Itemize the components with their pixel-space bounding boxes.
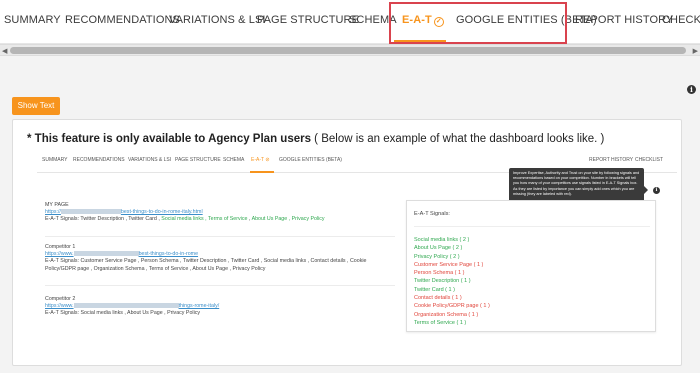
- signal-item: About Us Page ( 2 ): [414, 245, 463, 252]
- signals-prefix: E-A-T Signals: Twitter Description , Twi…: [45, 216, 162, 223]
- signals-list: Social media links ( 2 ) About Us Page ( …: [414, 236, 490, 327]
- signal-item: Terms of Service ( 1 ): [414, 319, 467, 326]
- url-prefix: https://: [45, 209, 61, 216]
- site-divider: [45, 236, 395, 237]
- signal-item: Twitter Card ( 1 ): [414, 286, 455, 293]
- url-suffix: best-things-to-do-in-rome-italy.html: [120, 209, 203, 216]
- top-nav: SUMMARY RECOMMENDATIONS VARIATIONS & LSI…: [0, 0, 700, 44]
- mock-tab-checklist: CHECKLIST: [635, 157, 664, 163]
- url-prefix: https://www.: [45, 303, 74, 310]
- mock-info-icon: i: [653, 187, 660, 194]
- notice-strong: * This feature is only available to Agen…: [27, 133, 311, 145]
- signals-present-2: About Us Page , Privacy Policy: [251, 216, 325, 223]
- highlight-annotation-box: [389, 2, 567, 44]
- agency-plan-notice: * This feature is only available to Agen…: [27, 133, 604, 145]
- signal-item: Customer Service Page ( 1 ): [414, 261, 484, 268]
- scroll-right-icon[interactable]: ▶: [693, 47, 698, 55]
- site-signals: E-A-T Signals: Social media links , Abou…: [45, 310, 201, 317]
- signal-item: Contact details ( 1 ): [414, 295, 462, 302]
- url-suffix: things-rome-italy/: [178, 303, 220, 310]
- signal-item: Twitter Description ( 1 ): [414, 278, 471, 285]
- site-name: MY PAGE: [45, 202, 69, 208]
- mock-tab-schema: SCHEMA: [223, 157, 245, 163]
- tab-recommendations[interactable]: RECOMMENDATIONS: [65, 14, 180, 26]
- scroll-left-icon[interactable]: ◀: [2, 47, 7, 55]
- mock-tab-recommendations: RECOMMENDATIONS: [73, 157, 125, 163]
- site-signals: E-A-T Signals: Customer Service Page , P…: [45, 258, 367, 272]
- tab-report-history[interactable]: REPORT HISTORY: [575, 14, 673, 26]
- tab-checklist[interactable]: CHECKLI: [662, 14, 700, 26]
- signal-item: Privacy Policy ( 2 ): [414, 253, 460, 260]
- tab-summary[interactable]: SUMMARY: [4, 14, 61, 26]
- show-text-button[interactable]: Show Text: [12, 97, 60, 115]
- site-signals: E-A-T Signals: Twitter Description , Twi…: [45, 216, 390, 223]
- signals-title: E-A-T Signals:: [414, 211, 450, 217]
- url-prefix: https://www.: [45, 251, 74, 258]
- tab-page-structure[interactable]: PAGE STRUCTURE: [257, 14, 359, 26]
- site-my-page: MY PAGE https:// best-things-to-do-in-rom…: [45, 202, 390, 224]
- mock-tab-summary: SUMMARY: [42, 157, 68, 163]
- mock-tab-report-history: REPORT HISTORY: [589, 157, 634, 163]
- signals-divider: [414, 226, 650, 227]
- mock-tab-google-entities: GOOGLE ENTITIES (BETA): [279, 157, 342, 163]
- site-name: Competitor 2: [45, 296, 76, 302]
- site-url[interactable]: https://www. things-rome-italy/: [45, 303, 390, 310]
- tooltip-text: Improve Expertise, Authority and Trust o…: [513, 171, 640, 196]
- site-divider: [45, 285, 395, 286]
- site-competitor-1: Competitor 1 https://www. best-things-to-…: [45, 244, 395, 273]
- site-competitor-2: Competitor 2 https://www. things-rome-ita…: [45, 296, 390, 318]
- notice-rest: ( Below is an example of what the dashbo…: [310, 133, 605, 145]
- mock-tab-variations-lsi: VARIATIONS & LSI: [128, 157, 172, 163]
- tooltip-arrow: [644, 186, 648, 194]
- e-a-t-signals-box: E-A-T Signals: Social media links ( 2 ) A…: [406, 200, 656, 332]
- signal-item: Organization Schema ( 1 ): [414, 311, 479, 318]
- signals-present: Social media links , Terms of Service: [161, 216, 248, 223]
- url-suffix: best-things-to-do-in-rome: [138, 251, 199, 258]
- site-url[interactable]: https:// best-things-to-do-in-rome-italy.…: [45, 209, 390, 216]
- scrollbar-thumb[interactable]: [10, 47, 686, 54]
- horizontal-scrollbar[interactable]: ◀ ▶: [0, 44, 700, 56]
- signal-item: Cookie Policy/GDPR page ( 1 ): [414, 303, 490, 310]
- mock-tab-page-structure: PAGE STRUCTURE: [175, 157, 221, 163]
- mock-active-underline: [250, 171, 274, 173]
- redacted-domain: [60, 209, 121, 215]
- redacted-domain: [73, 303, 179, 309]
- signal-item: Person Schema ( 1 ): [414, 270, 465, 277]
- info-icon[interactable]: i: [687, 85, 696, 94]
- signal-item: Social media links ( 2 ): [414, 237, 470, 243]
- mock-tab-e-a-t: E-A-T ⊘: [251, 157, 270, 163]
- redacted-domain: [73, 251, 139, 257]
- site-url[interactable]: https://www. best-things-to-do-in-rome: [45, 251, 395, 258]
- tab-variations-lsi[interactable]: VARIATIONS & LSI: [169, 14, 266, 26]
- site-name: Competitor 1: [45, 244, 76, 250]
